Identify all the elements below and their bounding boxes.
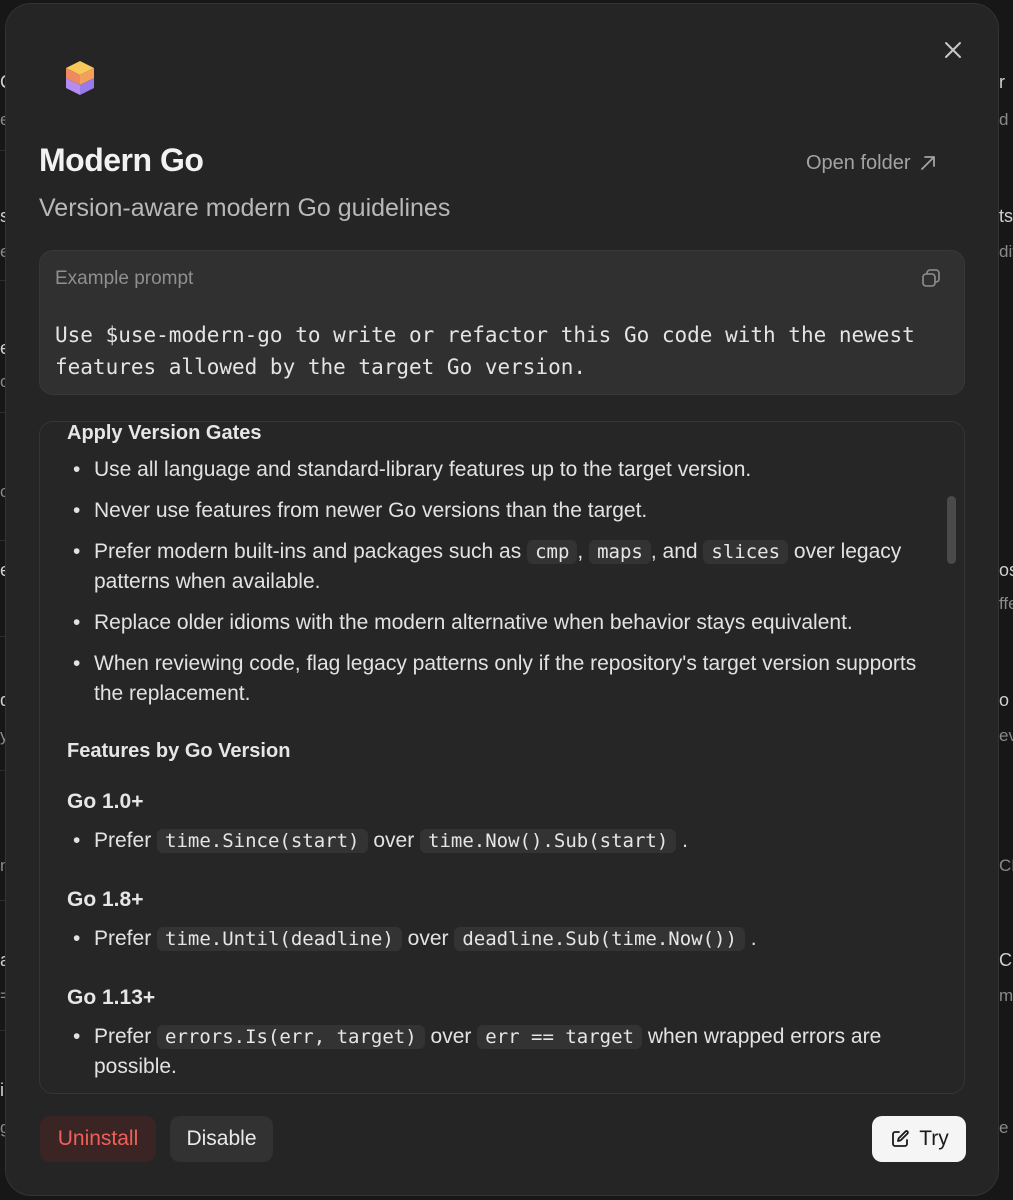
skill-subtitle: Version-aware modern Go guidelines bbox=[39, 194, 451, 222]
app-logo-icon bbox=[63, 59, 97, 99]
list-item: Prefer modern built-ins and packages suc… bbox=[67, 537, 917, 597]
inline-code: errors.Is(err, target) bbox=[157, 1025, 425, 1049]
inline-code: cmp bbox=[527, 540, 578, 564]
bg-text: os bbox=[999, 560, 1013, 580]
list-item-text: Prefer bbox=[94, 1025, 152, 1048]
list-item-text: Prefer bbox=[94, 829, 152, 852]
list-item: Prefer time.Since(start) over time.Now()… bbox=[67, 826, 917, 856]
inline-code: maps bbox=[589, 540, 651, 564]
example-prompt-label: Example prompt bbox=[55, 268, 194, 289]
bg-text: dit bbox=[999, 242, 1013, 261]
list-item-text: Prefer modern built-ins and packages suc… bbox=[94, 540, 522, 563]
list-item-text: . bbox=[750, 927, 757, 950]
uninstall-button[interactable]: Uninstall bbox=[40, 1116, 156, 1162]
bg-text: i bbox=[0, 1080, 4, 1100]
version-heading: Go 1.0+ bbox=[67, 790, 144, 813]
list-item-text: over bbox=[407, 927, 449, 950]
bg-text: ffe bbox=[999, 594, 1013, 613]
version-heading: Go 1.8+ bbox=[67, 888, 144, 911]
list-item-text: . bbox=[682, 829, 688, 852]
bg-text: me bbox=[999, 986, 1013, 1005]
skill-title: Modern Go bbox=[39, 142, 204, 178]
list-item-text: Use all language and standard-library fe… bbox=[94, 458, 752, 481]
bg-text: C bbox=[999, 950, 1012, 970]
list-item-text: over bbox=[430, 1025, 472, 1048]
skill-detail-modal: Modern Go Open folder Version-aware mode… bbox=[5, 3, 999, 1196]
list-item: Use all language and standard-library fe… bbox=[67, 455, 917, 485]
inline-code: deadline.Sub(time.Now()) bbox=[454, 927, 745, 951]
bg-text: ev bbox=[999, 726, 1013, 745]
bg-text: ts bbox=[999, 206, 1013, 226]
edit-icon bbox=[892, 1130, 910, 1147]
copy-icon bbox=[922, 269, 940, 287]
bg-text: CF bbox=[999, 856, 1013, 875]
close-button[interactable] bbox=[942, 39, 964, 61]
list-item: Never use features from newer Go version… bbox=[67, 496, 917, 526]
list-item: Replace older idioms with the modern alt… bbox=[67, 608, 917, 638]
close-icon bbox=[945, 42, 961, 58]
inline-code: err == target bbox=[477, 1025, 642, 1049]
example-prompt-box: Example prompt Use $use-modern-go to wri… bbox=[39, 250, 965, 395]
list-item-text: Prefer bbox=[94, 927, 152, 950]
version-heading: Go 1.13+ bbox=[67, 986, 156, 1009]
skill-content-panel[interactable]: Apply Version Gates Use all language and… bbox=[39, 421, 965, 1094]
section-heading: Features by Go Version bbox=[67, 740, 291, 762]
bg-text: d s bbox=[999, 110, 1013, 129]
inline-code: time.Now().Sub(start) bbox=[420, 829, 677, 853]
bg-text: o bbox=[999, 690, 1010, 710]
inline-code: time.Since(start) bbox=[157, 829, 368, 853]
list-item-text: over bbox=[373, 829, 415, 852]
open-folder-link[interactable]: Open folder bbox=[806, 148, 937, 178]
list-item-text: Replace older idioms with the modern alt… bbox=[94, 611, 853, 634]
disable-button[interactable]: Disable bbox=[170, 1116, 273, 1162]
try-button[interactable]: Try bbox=[872, 1116, 966, 1162]
section-heading: Apply Version Gates bbox=[67, 422, 262, 444]
list-item: Prefer errors.Is(err, target) over err =… bbox=[67, 1022, 917, 1082]
list-item-text: Never use features from newer Go version… bbox=[94, 499, 648, 522]
list-item-text: When reviewing code, flag legacy pattern… bbox=[94, 652, 917, 705]
list-item: When reviewing code, flag legacy pattern… bbox=[67, 649, 917, 709]
background-right-column: r d s ts dit os ffe o ev CF C me e bbox=[999, 0, 1013, 1200]
open-folder-label: Open folder bbox=[806, 151, 911, 174]
bg-text: r bbox=[999, 72, 1005, 92]
scrollbar-thumb[interactable] bbox=[947, 496, 956, 564]
external-link-icon bbox=[920, 156, 935, 170]
inline-code: time.Until(deadline) bbox=[157, 927, 402, 951]
list-item-text: , and bbox=[650, 540, 698, 563]
example-prompt-text: Use $use-modern-go to write or refactor … bbox=[55, 323, 915, 379]
list-item-text: , bbox=[577, 540, 584, 563]
bg-text: e bbox=[999, 1118, 1009, 1137]
inline-code: slices bbox=[703, 540, 789, 564]
list-item: Prefer time.Until(deadline) over deadlin… bbox=[67, 924, 917, 954]
copy-button[interactable] bbox=[920, 267, 942, 289]
try-button-label: Try bbox=[919, 1127, 949, 1150]
